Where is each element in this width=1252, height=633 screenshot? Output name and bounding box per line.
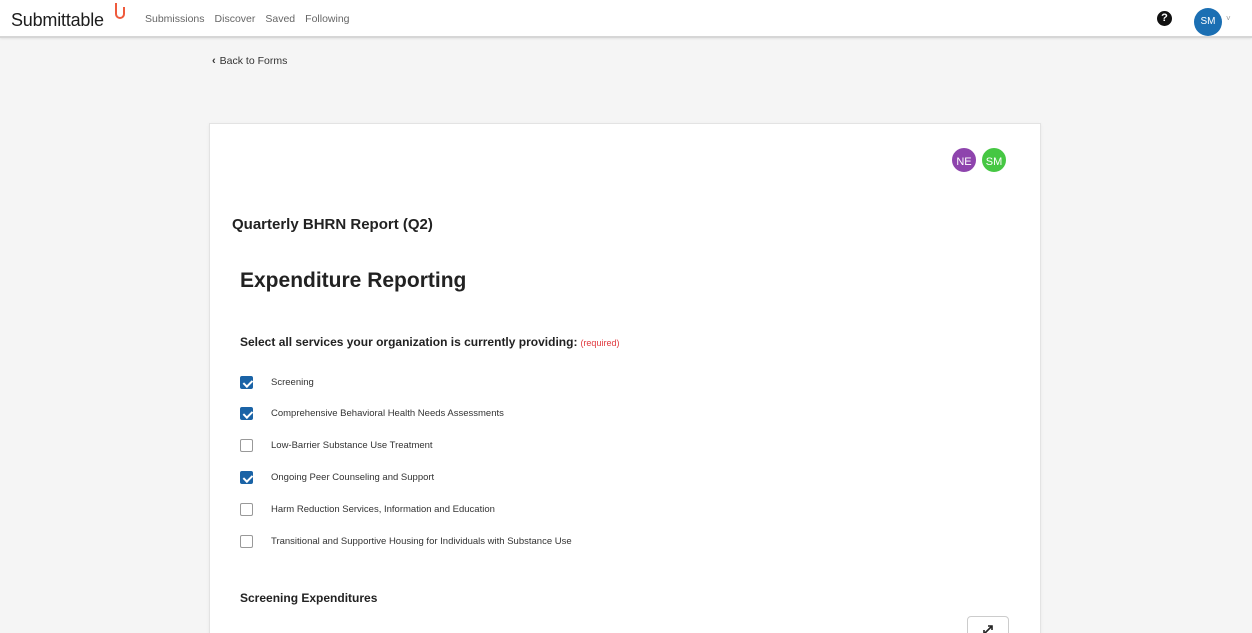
collaborator-avatar-ne[interactable]: NE: [950, 146, 978, 174]
checkbox[interactable]: [240, 375, 253, 389]
question-text: Select all services your organization is…: [240, 335, 578, 349]
logo[interactable]: Submittable: [11, 10, 104, 31]
option-label: Comprehensive Behavioral Health Needs As…: [271, 407, 504, 419]
form-title: Quarterly BHRN Report (Q2): [232, 216, 433, 233]
checkbox[interactable]: [240, 534, 253, 548]
collaborator-avatar-sm[interactable]: SM: [980, 146, 1008, 174]
nav-item-following[interactable]: Following: [305, 13, 349, 25]
logo-mark-icon: [115, 3, 125, 19]
screening-expenditures-title: Screening Expenditures: [240, 591, 378, 605]
option-label: Transitional and Supportive Housing for …: [271, 535, 572, 547]
back-to-forms-link[interactable]: ‹ Back to Forms: [212, 55, 287, 67]
expand-button[interactable]: [967, 616, 1009, 633]
section-title: Expenditure Reporting: [240, 269, 467, 292]
checkbox[interactable]: [240, 438, 253, 452]
form-card: NE SM Quarterly BHRN Report (Q2) Expendi…: [209, 123, 1041, 633]
services-question: Select all services your organization is…: [240, 335, 619, 349]
option-label: Low-Barrier Substance Use Treatment: [271, 439, 433, 451]
expand-icon: [983, 625, 993, 633]
option-label: Screening: [271, 376, 314, 388]
chevron-down-icon[interactable]: ˅: [1226, 14, 1231, 23]
top-navbar: Submittable Submissions Discover Saved F…: [0, 0, 1252, 38]
nav-item-discover[interactable]: Discover: [215, 13, 256, 25]
checkbox[interactable]: [240, 406, 253, 420]
option-label: Ongoing Peer Counseling and Support: [271, 471, 435, 483]
chevron-left-icon: ‹: [212, 55, 216, 67]
option-harm-reduction[interactable]: Harm Reduction Services, Information and…: [240, 501, 495, 517]
option-supportive-housing[interactable]: Transitional and Supportive Housing for …: [240, 533, 572, 549]
checkbox[interactable]: [240, 470, 253, 484]
main-nav: Submissions Discover Saved Following: [145, 13, 360, 25]
nav-item-submissions[interactable]: Submissions: [145, 13, 205, 25]
required-label: (required): [580, 338, 620, 348]
option-peer-counseling[interactable]: Ongoing Peer Counseling and Support: [240, 469, 434, 485]
option-low-barrier-treatment[interactable]: Low-Barrier Substance Use Treatment: [240, 437, 433, 453]
option-comprehensive-assessments[interactable]: Comprehensive Behavioral Health Needs As…: [240, 405, 504, 421]
checkbox[interactable]: [240, 502, 253, 516]
nav-item-saved[interactable]: Saved: [265, 13, 295, 25]
help-icon[interactable]: ?: [1157, 11, 1172, 26]
option-screening[interactable]: Screening: [240, 374, 314, 390]
user-avatar[interactable]: SM: [1194, 8, 1222, 36]
option-label: Harm Reduction Services, Information and…: [271, 503, 495, 515]
back-link-label: Back to Forms: [219, 55, 288, 67]
